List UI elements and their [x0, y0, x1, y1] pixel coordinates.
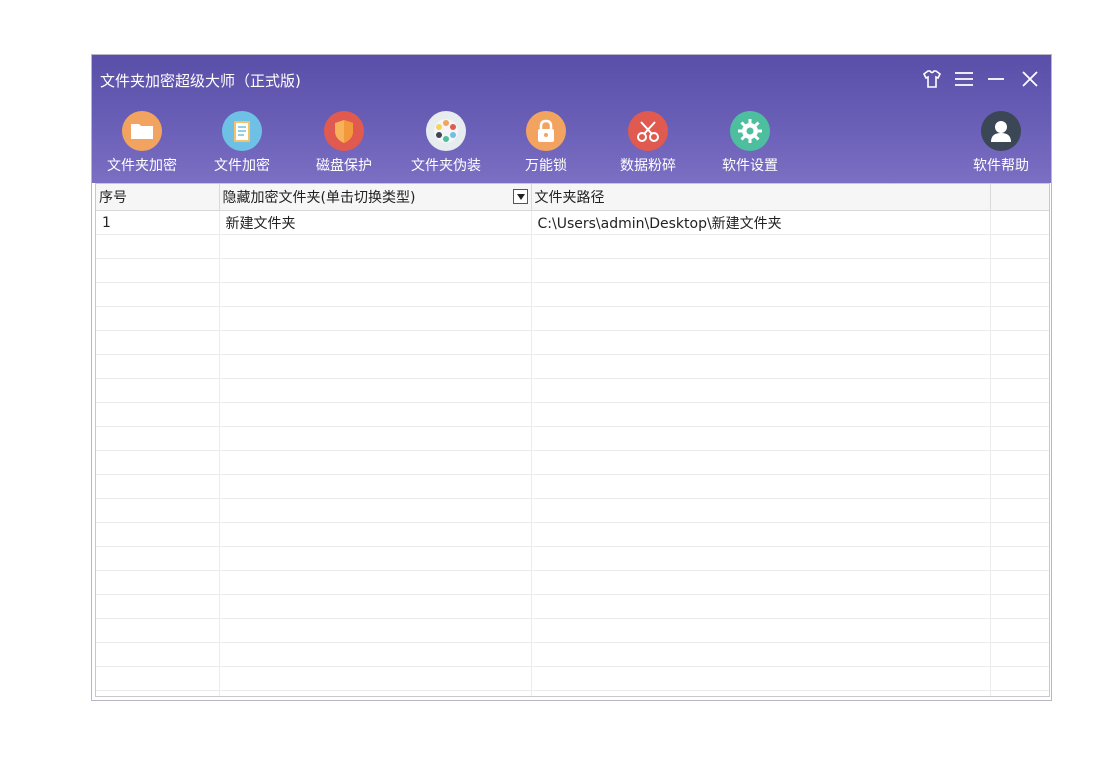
empty-row	[96, 498, 1049, 523]
empty-row	[96, 522, 1049, 547]
column-header-hidden-folder[interactable]: 隐藏加密文件夹(单击切换类型)	[219, 184, 532, 211]
toolbar-label: 数据粉碎	[620, 158, 676, 174]
empty-row	[96, 378, 1049, 403]
toolbar-disk-protect-button[interactable]: 磁盘保护	[299, 111, 389, 175]
empty-row	[96, 354, 1049, 379]
empty-row	[96, 450, 1049, 475]
empty-row	[96, 402, 1049, 427]
empty-row	[96, 642, 1049, 667]
palette-icon	[426, 111, 466, 151]
row-index: 1	[96, 210, 220, 235]
window-title: 文件夹加密超级大师（正式版)	[100, 72, 301, 90]
document-icon	[222, 111, 262, 151]
row-folder-path: C:\Users\admin\Desktop\新建文件夹	[531, 210, 991, 235]
column-header-hidden-folder-label: 隐藏加密文件夹(单击切换类型)	[222, 190, 416, 206]
empty-row	[96, 594, 1049, 619]
gear-icon	[730, 111, 770, 151]
empty-row	[96, 426, 1049, 451]
column-header-folder-path[interactable]: 文件夹路径	[531, 184, 991, 211]
folder-icon	[122, 111, 162, 151]
toolbar-label: 万能锁	[525, 158, 567, 174]
table-row[interactable]: 1 新建文件夹 C:\Users\admin\Desktop\新建文件夹	[96, 210, 1049, 235]
empty-row	[96, 258, 1049, 283]
toolbar-label: 文件夹加密	[107, 158, 177, 174]
empty-row	[96, 570, 1049, 595]
row-extra	[990, 210, 1049, 235]
empty-row	[96, 306, 1049, 331]
toolbar-label: 软件帮助	[973, 158, 1029, 174]
row-folder-name: 新建文件夹	[219, 210, 532, 235]
toolbar-label: 文件夹伪装	[411, 158, 481, 174]
shield-icon	[324, 111, 364, 151]
empty-row	[96, 282, 1049, 307]
empty-row	[96, 546, 1049, 571]
header-bar: 文件夹加密超级大师（正式版) 文件夹加密 文件加密 磁盘保护 文件夹伪装 万能锁…	[92, 55, 1051, 183]
user-icon	[981, 111, 1021, 151]
type-dropdown-button[interactable]	[512, 189, 528, 204]
minimize-icon[interactable]	[984, 67, 1008, 91]
toolbar-settings-button[interactable]: 软件设置	[705, 111, 795, 175]
toolbar-data-shred-button[interactable]: 数据粉碎	[603, 111, 693, 175]
toolbar-universal-lock-button[interactable]: 万能锁	[501, 111, 591, 175]
toolbar-folder-encrypt-button[interactable]: 文件夹加密	[97, 111, 187, 175]
toolbar-folder-disguise-button[interactable]: 文件夹伪装	[401, 111, 491, 175]
empty-row	[96, 474, 1049, 499]
toolbar-label: 软件设置	[722, 158, 778, 174]
menu-icon[interactable]	[952, 67, 976, 91]
toolbar-help-button[interactable]: 软件帮助	[956, 111, 1046, 175]
toolbar-label: 文件加密	[214, 158, 270, 174]
empty-row	[96, 330, 1049, 355]
skin-icon[interactable]	[920, 67, 944, 91]
close-icon[interactable]	[1018, 67, 1042, 91]
empty-row	[96, 690, 1049, 696]
table-header-row: 序号 隐藏加密文件夹(单击切换类型) 文件夹路径	[96, 184, 1049, 211]
lock-icon	[526, 111, 566, 151]
empty-row	[96, 666, 1049, 691]
app-window: 文件夹加密超级大师（正式版) 文件夹加密 文件加密 磁盘保护 文件夹伪装 万能锁…	[91, 54, 1052, 701]
empty-row	[96, 234, 1049, 259]
column-header-extra	[990, 184, 1049, 211]
scissors-icon	[628, 111, 668, 151]
folder-table-container[interactable]: 序号 隐藏加密文件夹(单击切换类型) 文件夹路径 1 新建文件夹 C:\User…	[95, 183, 1050, 697]
column-header-index[interactable]: 序号	[96, 184, 220, 211]
empty-row	[96, 618, 1049, 643]
folder-table: 序号 隐藏加密文件夹(单击切换类型) 文件夹路径 1 新建文件夹 C:\User…	[96, 184, 1049, 696]
toolbar-file-encrypt-button[interactable]: 文件加密	[197, 111, 287, 175]
toolbar-label: 磁盘保护	[316, 158, 372, 174]
